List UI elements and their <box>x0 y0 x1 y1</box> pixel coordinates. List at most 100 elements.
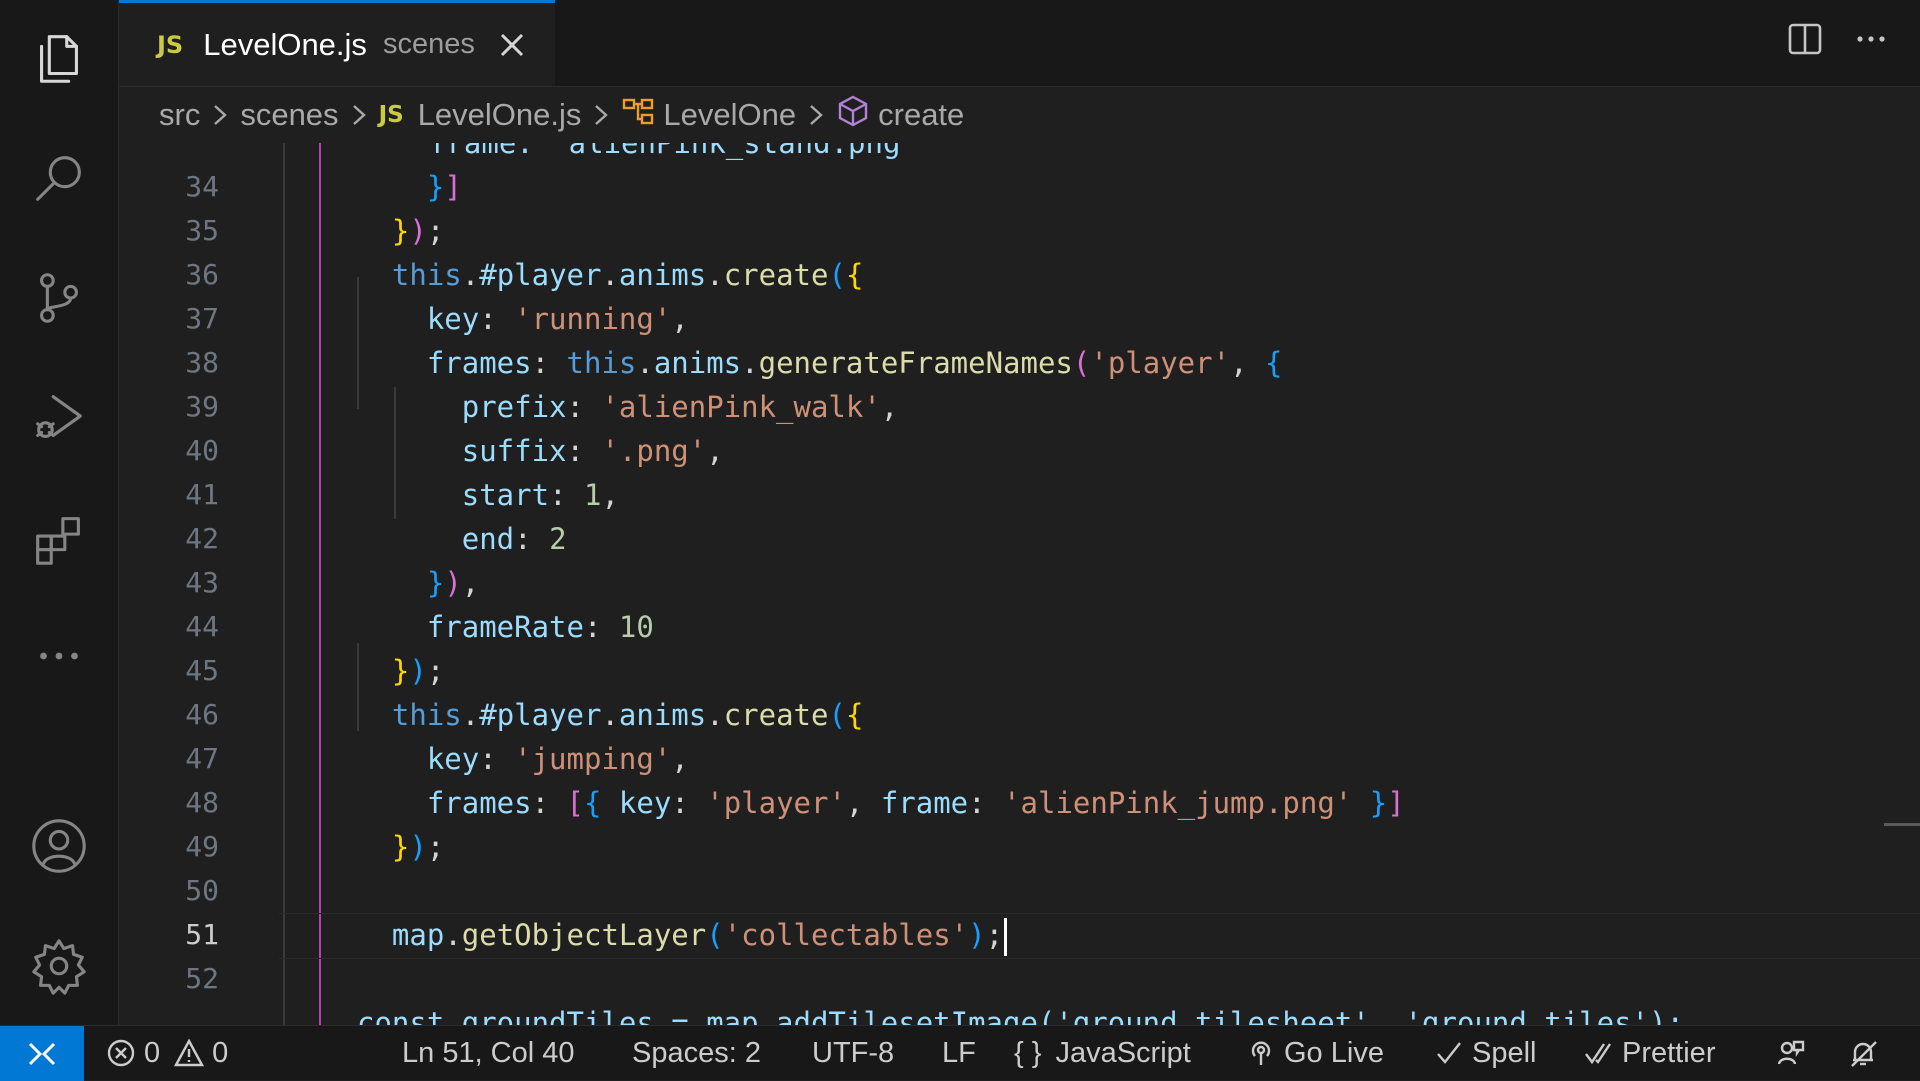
warning-count: 0 <box>212 1036 229 1069</box>
code-text: }); <box>391 214 445 248</box>
spell-label: Spell <box>1472 1036 1537 1069</box>
prettier-label: Prettier <box>1622 1036 1716 1069</box>
encoding-setting[interactable]: UTF-8 <box>812 1026 894 1080</box>
chevron-right-icon <box>806 102 826 128</box>
language-mode[interactable]: { } JavaScript <box>1014 1026 1191 1080</box>
extensions-icon[interactable] <box>0 488 118 588</box>
code-line: 47 key: 'jumping', <box>119 737 1919 781</box>
code-line: 37 key: 'running', <box>119 297 1919 341</box>
code-line: 48 frames: [{ key: 'player', frame: 'ali… <box>119 781 1919 825</box>
line-number: 40 <box>185 434 219 467</box>
line-number: 46 <box>185 698 219 731</box>
code-line: 44 frameRate: 10 <box>119 605 1919 649</box>
code-line: 46 this.#player.anims.create({ <box>119 693 1919 737</box>
more-icon[interactable] <box>0 606 118 706</box>
indentation-setting[interactable]: Spaces: 2 <box>632 1026 761 1080</box>
code-text: map.getObjectLayer('collectables'); <box>357 913 1008 957</box>
spell-button[interactable]: Spell <box>1434 1026 1537 1080</box>
code-text: key: 'jumping', <box>357 742 689 776</box>
search-icon[interactable] <box>0 128 118 228</box>
broadcast-icon <box>1251 1041 1271 1065</box>
language-label: JavaScript <box>1055 1036 1191 1069</box>
code-text: this.#player.anims.create({ <box>391 698 864 732</box>
code-text: suffix: '.png', <box>357 434 724 468</box>
line-number: 47 <box>185 742 219 775</box>
tab-directory: scenes <box>382 28 475 60</box>
line-number: 37 <box>185 302 219 335</box>
breadcrumb-class-label: LevelOne <box>663 97 797 132</box>
source-control-icon[interactable] <box>0 248 118 348</box>
line-number: 42 <box>185 522 219 555</box>
line-number: 45 <box>185 654 219 687</box>
eol-setting[interactable]: LF <box>942 1026 976 1080</box>
chevron-right-icon <box>591 102 611 128</box>
code-text: this.#player.anims.create({ <box>391 258 864 292</box>
chevron-right-icon <box>210 102 230 128</box>
line-number: 48 <box>185 786 219 819</box>
code-text: start: 1, <box>357 478 619 512</box>
braces-icon: { } <box>1014 1036 1042 1069</box>
line-number: 52 <box>185 962 219 995</box>
js-file-icon: JS <box>157 30 184 59</box>
code-text: const groundTiles = map.addTilesetImage(… <box>357 1006 1684 1025</box>
prettier-button[interactable]: Prettier <box>1584 1026 1715 1080</box>
line-number: 38 <box>185 346 219 379</box>
breadcrumb-file[interactable]: JS LevelOne.js <box>379 97 582 133</box>
code-line: 41 start: 1, <box>119 473 1919 517</box>
code-text: }] <box>426 170 462 204</box>
code-line: 45 }); <box>119 649 1919 693</box>
split-editor-icon[interactable] <box>1786 20 1824 63</box>
breadcrumb-scenes[interactable]: scenes <box>240 97 338 133</box>
code-line: frame: 'alienPink_stand.png' <box>119 143 1919 165</box>
code-editor[interactable]: frame: 'alienPink_stand.png' 34 }] 35 })… <box>119 143 1920 1025</box>
breadcrumb-class[interactable]: LevelOne <box>621 94 796 136</box>
code-text: key: 'running', <box>357 302 689 336</box>
code-line-current: 51 map.getObjectLayer('collectables'); <box>119 913 1919 957</box>
error-icon <box>107 1039 135 1067</box>
breadcrumb-method-label: create <box>878 97 965 132</box>
close-tab-icon[interactable] <box>495 28 529 62</box>
code-line: 34 }] <box>119 165 1919 209</box>
code-line: 50 <box>119 869 1919 913</box>
remote-indicator-icon[interactable] <box>0 1026 84 1081</box>
notifications-muted-icon[interactable] <box>1848 1026 1886 1080</box>
code-line: 42 end: 2 <box>119 517 1919 561</box>
feedback-icon[interactable] <box>1776 1026 1814 1080</box>
breadcrumb-method[interactable]: create <box>836 94 964 136</box>
code-text: frames: this.anims.generateFrameNames('p… <box>357 346 1283 380</box>
settings-gear-icon[interactable] <box>0 916 118 1016</box>
more-actions-icon[interactable] <box>1852 20 1890 63</box>
line-number: 41 <box>185 478 219 511</box>
code-line: 35 }); <box>119 209 1919 253</box>
cursor-position[interactable]: Ln 51, Col 40 <box>402 1026 575 1080</box>
warning-icon <box>174 1038 205 1067</box>
line-number: 44 <box>185 610 219 643</box>
tab-filename: LevelOne.js <box>203 26 367 62</box>
code-text: frames: [{ key: 'player', frame: 'alienP… <box>357 786 1405 820</box>
go-live-button[interactable]: Go Live <box>1246 1026 1384 1080</box>
line-number: 50 <box>185 874 219 907</box>
go-live-label: Go Live <box>1284 1036 1384 1069</box>
code-line: const groundTiles = map.addTilesetImage(… <box>119 1001 1919 1025</box>
chevron-right-icon <box>349 102 369 128</box>
breadcrumb-src[interactable]: src <box>159 97 200 133</box>
line-number: 51 <box>185 918 219 951</box>
code-text: prefix: 'alienPink_walk', <box>357 390 899 424</box>
problems-indicator[interactable]: 0 0 <box>106 1026 228 1080</box>
code-line: 52 <box>119 957 1919 1001</box>
scrollbar-marker[interactable] <box>1884 823 1920 826</box>
tab-levelone-js[interactable]: JS LevelOne.js scenes <box>119 0 555 86</box>
explorer-icon[interactable] <box>0 8 118 108</box>
code-line: 40 suffix: '.png', <box>119 429 1919 473</box>
code-text: end: 2 <box>357 522 567 556</box>
class-symbol-icon <box>621 94 663 136</box>
accounts-icon[interactable] <box>0 796 118 896</box>
error-count: 0 <box>144 1036 161 1069</box>
run-debug-icon[interactable] <box>0 368 118 468</box>
code-text: frame: 'alienPink_stand.png' <box>429 143 918 160</box>
check-icon <box>1437 1042 1461 1064</box>
method-cube-icon <box>836 94 878 136</box>
text-cursor <box>1004 918 1008 956</box>
double-check-icon <box>1585 1043 1611 1065</box>
code-text: frameRate: 10 <box>357 610 654 644</box>
